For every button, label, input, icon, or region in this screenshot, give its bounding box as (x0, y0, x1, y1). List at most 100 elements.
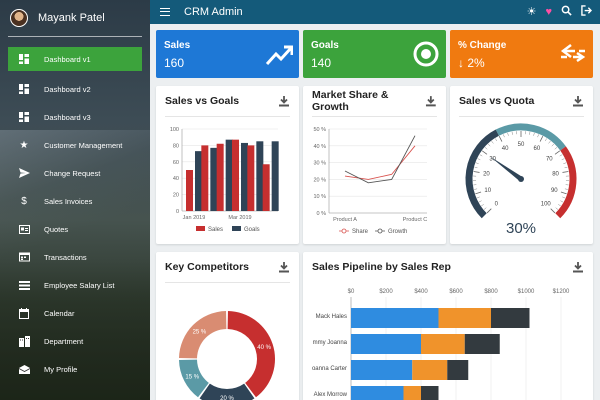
bar-sales (201, 145, 209, 211)
category-label: mmy Joanna (313, 340, 348, 346)
stat-card-goals[interactable]: Goals 140 (303, 30, 446, 78)
panel-title: Sales vs Quota (459, 95, 535, 107)
y-tick-label: 10 % (313, 194, 326, 200)
bar-segment (421, 334, 465, 354)
menu-toggle-icon[interactable] (160, 8, 170, 16)
bar-segment (351, 334, 421, 354)
heart-icon[interactable]: ♥ (545, 6, 552, 18)
bar-segment (491, 308, 530, 328)
sidebar-item-change-request[interactable]: Change Request (0, 159, 150, 187)
gauge-tick-label: 10 (484, 188, 491, 194)
download-icon[interactable] (572, 95, 584, 107)
y-tick-label: 60 (173, 160, 179, 166)
sidebar-item-calendar[interactable]: Calendar (0, 299, 150, 327)
legend-swatch (196, 226, 205, 231)
gauge-tick-label: 40 (502, 146, 509, 152)
y-tick-label: 0 % (317, 211, 327, 217)
market-share-chart: 0 % 10 % 20 % 30 % 40 % 50 % Product A Product … (313, 127, 427, 235)
gauge-tick (478, 200, 482, 203)
download-icon[interactable] (572, 261, 584, 273)
x-tick-label: Product A (333, 217, 357, 223)
gauge-tick (544, 138, 547, 142)
gauge-tick (477, 158, 481, 161)
gauge-tick (484, 147, 488, 150)
bar-sales (186, 170, 193, 211)
slice-label: 25 % (193, 329, 207, 335)
bar-sales (216, 143, 224, 211)
gauge-tick (483, 207, 487, 210)
sidebar-item-department[interactable]: Department (0, 327, 150, 355)
bar-sales (232, 139, 239, 211)
x-tick-label: $600 (449, 289, 463, 295)
sidebar-item-sales-invoices[interactable]: $ Sales Invoices (0, 187, 150, 215)
y-tick-label: 40 (173, 176, 179, 182)
gauge-tick (475, 162, 479, 164)
panel-market-share: Market Share & Growth 0 % 10 % 20 % 30 % 40 … (303, 86, 446, 244)
gauge-tick-label: 60 (534, 146, 541, 152)
gauge-tick (548, 140, 551, 144)
legend-marker (377, 228, 383, 234)
gauge-tick (562, 171, 569, 173)
sidebar-item-label: Sales Invoices (44, 196, 93, 206)
sidebar-item-label: Employee Salary List (44, 280, 115, 290)
gauge-tick-label: 70 (546, 156, 553, 162)
gauge-tick (533, 132, 535, 136)
gauge-value-label: 30% (506, 220, 536, 237)
x-tick-label: $0 (348, 289, 355, 295)
building-icon (18, 335, 30, 347)
category-label: Mack Hales (316, 314, 347, 320)
sidebar-item-quotes[interactable]: Quotes (0, 215, 150, 243)
gauge-tick (481, 150, 488, 155)
dashboard-icon (18, 83, 30, 95)
divider (8, 36, 142, 37)
bar-segment (421, 386, 439, 400)
gauge-tick (495, 138, 498, 142)
sidebar-item-dashboard-v3[interactable]: Dashboard v3 (0, 103, 150, 131)
sidebar-item-label: Customer Management (44, 140, 123, 150)
sidebar-item-dashboard-v1[interactable]: Dashboard v1 (8, 47, 142, 71)
gauge-tick-label: 80 (552, 172, 559, 178)
x-tick-label: Jan 2019 (183, 215, 206, 221)
stat-card-change[interactable]: % Change ↓ 2% (450, 30, 593, 78)
gauge-tick (511, 131, 513, 135)
gauge-tick-label: 90 (551, 188, 558, 194)
y-tick-label: 20 (173, 193, 179, 199)
gauge-needle (490, 156, 523, 182)
logout-icon[interactable] (581, 5, 593, 19)
download-icon[interactable] (278, 261, 290, 273)
y-tick-label: 50 % (313, 127, 326, 133)
sidebar-item-employee-salary-list[interactable]: Employee Salary List (0, 271, 150, 299)
stat-card-sales[interactable]: Sales 160 (156, 30, 299, 78)
sidebar-item-label: Calendar (44, 308, 75, 318)
gauge-tick (563, 162, 567, 164)
sales-pipeline-chart: $0 $200 $400 $600 $800 $1000 $1200 Mack Hales mm… (312, 289, 570, 400)
gauge-tick (475, 191, 482, 195)
sidebar: Mayank Patel Dashboard v1 Dashboard v2 Das… (0, 0, 150, 400)
target-icon (413, 41, 439, 67)
sidebar-item-customer-management[interactable]: ★ Customer Management (0, 131, 150, 159)
download-icon[interactable] (425, 95, 437, 107)
category-label: oanna Carter (312, 366, 347, 372)
bar-segment (464, 334, 500, 354)
bar-sales (262, 164, 270, 211)
top-bar: CRM Admin ☀ ♥ (150, 0, 600, 24)
bar-sales (247, 145, 255, 211)
sales-quota-gauge: 0 10 20 30 40 50 60 70 80 90 100 30% (465, 123, 577, 237)
user-profile[interactable]: Mayank Patel (0, 0, 150, 36)
sidebar-menu: Dashboard v1 Dashboard v2 Dashboard v3 ★ Cus… (0, 47, 150, 383)
gauge-tick (537, 134, 539, 138)
sidebar-item-my-profile[interactable]: My Profile (0, 355, 150, 383)
bar-segment (412, 360, 448, 380)
legend-marker (341, 228, 347, 234)
search-icon[interactable] (561, 5, 572, 19)
gauge-tick (558, 204, 561, 207)
sidebar-item-dashboard-v2[interactable]: Dashboard v2 (0, 75, 150, 103)
sales-vs-goals-chart: 0 20 40 60 80 100 Jan 2019 Mar 2019 Sales Goals (170, 127, 279, 233)
category-label: Alex Morrow (314, 392, 348, 398)
gauge-tick-label: 100 (541, 202, 552, 208)
brightness-icon[interactable]: ☀ (527, 6, 537, 18)
sidebar-item-label: Dashboard v1 (44, 54, 91, 64)
sidebar-item-transactions[interactable]: Transactions (0, 243, 150, 271)
download-icon[interactable] (278, 95, 290, 107)
panel-title: Key Competitors (165, 261, 250, 273)
